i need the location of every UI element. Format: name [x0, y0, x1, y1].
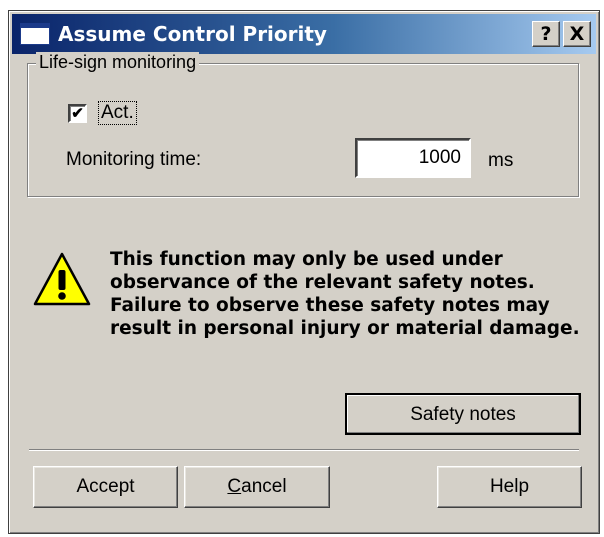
warning-triangle-icon [33, 252, 91, 306]
cancel-button[interactable]: Cancel [184, 466, 330, 508]
separator [29, 449, 579, 451]
cancel-label-rest: ancel [241, 476, 287, 497]
act-checkbox-label[interactable]: Act. [98, 101, 137, 125]
act-checkbox[interactable]: ✔ [68, 104, 87, 123]
monitoring-time-label: Monitoring time: [66, 149, 202, 170]
window-title: Assume Control Priority [58, 22, 327, 46]
close-button[interactable]: X [563, 21, 591, 47]
help-button[interactable]: Help [437, 466, 582, 508]
safety-warning-text: This function may only be used under obs… [110, 249, 580, 339]
safety-notes-button[interactable]: Safety notes [345, 393, 581, 435]
life-sign-monitoring-group [27, 63, 579, 197]
cancel-mnemonic: C [227, 476, 242, 497]
title-bar[interactable]: Assume Control Priority ? X [12, 14, 596, 54]
window-icon [20, 23, 50, 45]
group-label: Life-sign monitoring [36, 52, 200, 73]
help-title-button[interactable]: ? [532, 21, 560, 47]
accept-button[interactable]: Accept [33, 466, 178, 508]
monitoring-time-input[interactable] [355, 138, 471, 178]
monitoring-time-unit: ms [488, 150, 514, 171]
